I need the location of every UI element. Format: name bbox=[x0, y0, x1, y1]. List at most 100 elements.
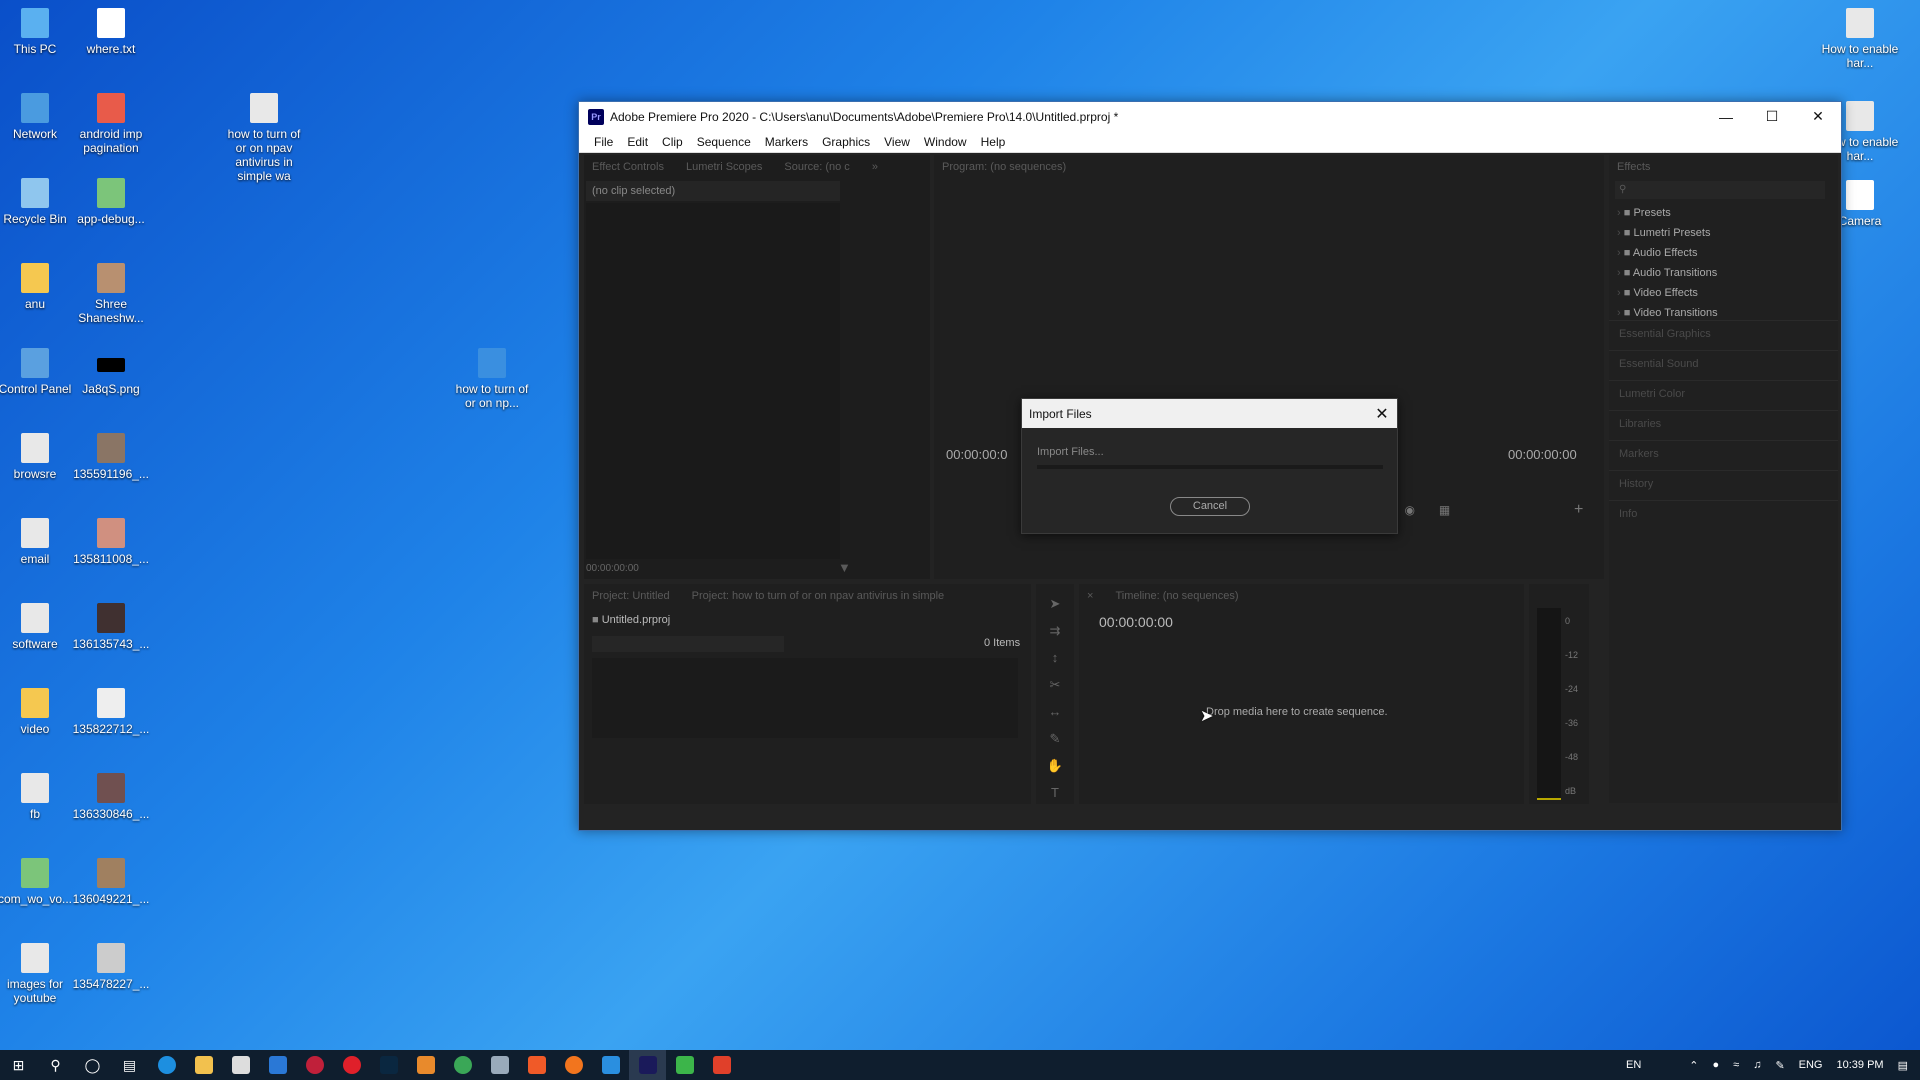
desktop-icon-fb[interactable]: fb bbox=[0, 773, 75, 821]
clip-selector[interactable]: (no clip selected) bbox=[586, 181, 840, 201]
tab-lumetri-scopes[interactable]: Lumetri Scopes bbox=[686, 161, 762, 173]
notepad-icon[interactable] bbox=[481, 1050, 518, 1080]
export-frame-icon[interactable]: ◉ bbox=[1404, 503, 1414, 517]
photoshop-icon[interactable] bbox=[370, 1050, 407, 1080]
tab-effect-controls[interactable]: Effect Controls bbox=[592, 161, 664, 173]
desktop-icon-software[interactable]: software bbox=[0, 603, 75, 651]
menu-help[interactable]: Help bbox=[974, 135, 1013, 149]
tab-source[interactable]: Source: (no c bbox=[784, 161, 849, 173]
desktop-icon-ja8qs[interactable]: Ja8qS.png bbox=[71, 348, 151, 396]
tab-program[interactable]: Program: (no sequences) bbox=[942, 161, 1066, 173]
menu-edit[interactable]: Edit bbox=[620, 135, 655, 149]
desktop-icon-anu[interactable]: anu bbox=[0, 263, 75, 311]
desktop-icon-browsre[interactable]: browsre bbox=[0, 433, 75, 481]
desktop-icon-this-pc[interactable]: This PC bbox=[0, 8, 75, 56]
desktop-icon-how-to-turn[interactable]: how to turn of or on npav antivirus in s… bbox=[223, 93, 305, 183]
opera-gx-icon[interactable] bbox=[296, 1050, 333, 1080]
desktop-icon-where-txt[interactable]: where.txt bbox=[71, 8, 151, 56]
opera-icon[interactable] bbox=[333, 1050, 370, 1080]
menu-markers[interactable]: Markers bbox=[758, 135, 815, 149]
close-button[interactable]: ✕ bbox=[1795, 102, 1841, 131]
tab-project-how-to[interactable]: Project: how to turn of or on npav antiv… bbox=[692, 590, 945, 602]
app-icon[interactable] bbox=[592, 1050, 629, 1080]
effects-search-input[interactable]: ⚲ bbox=[1615, 181, 1825, 199]
type-tool-icon[interactable]: T bbox=[1036, 779, 1074, 806]
camtasia-icon[interactable] bbox=[666, 1050, 703, 1080]
firefox-icon[interactable] bbox=[555, 1050, 592, 1080]
add-button-icon[interactable]: + bbox=[1574, 501, 1583, 519]
panel-libraries[interactable]: Libraries bbox=[1609, 410, 1838, 440]
effects-item[interactable]: › ■ Audio Effects bbox=[1617, 243, 1718, 263]
mail-icon[interactable] bbox=[259, 1050, 296, 1080]
desktop-icon-135811008[interactable]: 135811008_... bbox=[71, 518, 151, 566]
desktop-icon-136330846[interactable]: 136330846_... bbox=[71, 773, 151, 821]
effects-item[interactable]: › ■ Audio Transitions bbox=[1617, 263, 1718, 283]
filter-icon[interactable]: ▼ bbox=[838, 560, 851, 575]
file-explorer-icon[interactable] bbox=[185, 1050, 222, 1080]
store-icon[interactable] bbox=[222, 1050, 259, 1080]
slip-icon[interactable]: ↔ bbox=[1036, 698, 1074, 725]
panel-markers[interactable]: Markers bbox=[1609, 440, 1838, 470]
menu-sequence[interactable]: Sequence bbox=[690, 135, 758, 149]
effects-item[interactable]: › ■ Video Effects bbox=[1617, 283, 1718, 303]
desktop-icon-control-panel[interactable]: Control Panel bbox=[0, 348, 75, 396]
track-select-icon[interactable]: ⇉ bbox=[1036, 617, 1074, 644]
edge-icon[interactable] bbox=[148, 1050, 185, 1080]
brave-icon[interactable] bbox=[518, 1050, 555, 1080]
desktop-icon-images-for-youtube[interactable]: images for youtube bbox=[0, 943, 75, 1005]
window-titlebar[interactable]: Pr Adobe Premiere Pro 2020 - C:\Users\an… bbox=[579, 102, 1841, 131]
effects-item[interactable]: › ■ Lumetri Presets bbox=[1617, 223, 1718, 243]
start-button[interactable]: ⊞ bbox=[0, 1050, 37, 1080]
panel-essential-sound[interactable]: Essential Sound bbox=[1609, 350, 1838, 380]
menu-clip[interactable]: Clip bbox=[655, 135, 690, 149]
razor-icon[interactable]: ✂ bbox=[1036, 671, 1074, 698]
tab-project-untitled[interactable]: Project: Untitled bbox=[592, 590, 670, 602]
pen-icon[interactable]: ✎ bbox=[1775, 1059, 1784, 1072]
notification-icon[interactable]: ▤ bbox=[1898, 1059, 1908, 1072]
dialog-close-icon[interactable]: ✕ bbox=[1367, 404, 1397, 424]
maximize-button[interactable]: ☐ bbox=[1749, 102, 1795, 131]
panel-history[interactable]: History bbox=[1609, 470, 1838, 500]
ripple-edit-icon[interactable]: ↕ bbox=[1036, 644, 1074, 671]
effects-item[interactable]: › ■ Presets bbox=[1617, 203, 1718, 223]
menu-view[interactable]: View bbox=[877, 135, 917, 149]
desktop-icon-email[interactable]: email bbox=[0, 518, 75, 566]
desktop-icon-recycle-bin[interactable]: Recycle Bin bbox=[0, 178, 75, 226]
desktop-icon-com-wo-vo[interactable]: com_wo_vo... bbox=[0, 858, 75, 906]
desktop-icon-136135743[interactable]: 136135743_... bbox=[71, 603, 151, 651]
panel-lumetri-color[interactable]: Lumetri Color bbox=[1609, 380, 1838, 410]
menu-file[interactable]: File bbox=[587, 135, 620, 149]
pen-icon[interactable]: ✎ bbox=[1036, 725, 1074, 752]
blender-icon[interactable] bbox=[407, 1050, 444, 1080]
desktop-icon-135822712[interactable]: 135822712_... bbox=[71, 688, 151, 736]
cortana-icon[interactable]: ◯ bbox=[74, 1050, 111, 1080]
menu-window[interactable]: Window bbox=[917, 135, 974, 149]
clock[interactable]: 10:39 PM bbox=[1837, 1059, 1884, 1071]
desktop-icon-video[interactable]: video bbox=[0, 688, 75, 736]
comparison-icon[interactable]: ▦ bbox=[1439, 503, 1450, 517]
input-language[interactable]: EN bbox=[1626, 1059, 1641, 1071]
volume-icon[interactable]: ♫ bbox=[1753, 1059, 1761, 1071]
selection-tool-icon[interactable]: ➤ bbox=[1036, 590, 1074, 617]
premiere-taskbar-icon[interactable] bbox=[629, 1050, 666, 1080]
chrome-icon[interactable] bbox=[444, 1050, 481, 1080]
minimize-button[interactable]: — bbox=[1703, 102, 1749, 131]
desktop-icon-how-to-enable-1[interactable]: How to enable har... bbox=[1820, 8, 1900, 70]
desktop-icon-135591196[interactable]: 135591196_... bbox=[71, 433, 151, 481]
language-indicator[interactable]: ENG bbox=[1799, 1059, 1823, 1071]
recorder-icon[interactable] bbox=[703, 1050, 740, 1080]
desktop-icon-how-to-turn-2[interactable]: how to turn of or on np... bbox=[451, 348, 533, 410]
desktop-icon-136049221[interactable]: 136049221_... bbox=[71, 858, 151, 906]
project-search-input[interactable] bbox=[592, 636, 784, 652]
panel-essential-graphics[interactable]: Essential Graphics bbox=[1609, 320, 1838, 350]
desktop-icon-app-debug[interactable]: app-debug... bbox=[71, 178, 151, 226]
cancel-button[interactable]: Cancel bbox=[1170, 497, 1250, 516]
panel-info[interactable]: Info bbox=[1609, 500, 1838, 530]
microphone-icon[interactable]: ● bbox=[1712, 1059, 1719, 1071]
close-tab-icon[interactable]: × bbox=[1087, 590, 1093, 602]
desktop-icon-network[interactable]: Network bbox=[0, 93, 75, 141]
desktop-icon-shree[interactable]: Shree Shaneshw... bbox=[71, 263, 151, 325]
tab-timeline[interactable]: Timeline: (no sequences) bbox=[1115, 590, 1238, 602]
hand-icon[interactable]: ✋ bbox=[1036, 752, 1074, 779]
desktop-icon-android-imp[interactable]: android imp pagination bbox=[71, 93, 151, 155]
